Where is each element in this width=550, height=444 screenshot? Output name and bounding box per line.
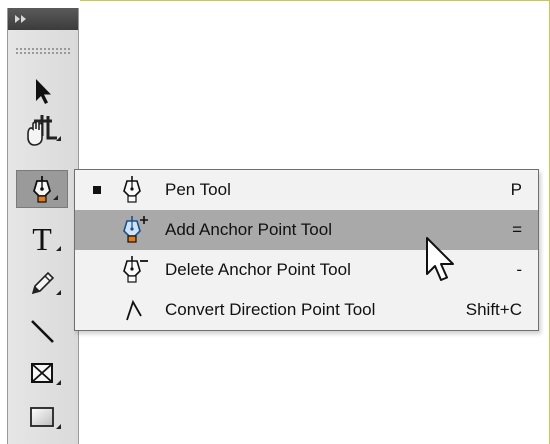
rectangle-icon: [30, 407, 54, 427]
menu-item-pen-tool[interactable]: Pen Tool P: [75, 170, 538, 210]
add-anchor-point-icon: [123, 216, 148, 243]
menu-item-label: Convert Direction Point Tool: [165, 300, 376, 319]
double-chevron-right-icon[interactable]: [14, 13, 28, 25]
delete-anchor-point-icon: [123, 256, 148, 283]
menu-item-shortcut: =: [512, 220, 522, 239]
tools-panel-header[interactable]: [8, 8, 78, 30]
tools-panel: T: [7, 8, 79, 444]
rectangle-tool[interactable]: [14, 398, 70, 436]
pen-tool[interactable]: [16, 170, 68, 208]
line-tool[interactable]: [14, 312, 70, 350]
convert-direction-point-icon: [126, 299, 142, 321]
menu-item-convert-direction-point-tool[interactable]: Convert Direction Point Tool Shift+C: [75, 290, 538, 330]
tool-group-indicator: [56, 246, 61, 251]
pen-icon: [32, 176, 52, 203]
type-tool[interactable]: T: [14, 220, 70, 258]
pencil-icon: [31, 271, 55, 295]
panel-grip[interactable]: [16, 48, 70, 54]
menu-item-shortcut: P: [510, 180, 522, 199]
menu-item-add-anchor-point-tool[interactable]: Add Anchor Point Tool =: [75, 210, 538, 250]
menu-item-label: Pen Tool: [165, 180, 231, 199]
pen-tools-flyout-menu: Pen Tool P Add Anchor Point Tool = Delet…: [74, 169, 539, 331]
tool-group-indicator: [56, 136, 61, 141]
rectangle-frame-icon: [31, 363, 53, 383]
frame-border-top: [80, 0, 550, 1]
tool-group-indicator: [56, 424, 61, 429]
pencil-tool[interactable]: [14, 264, 70, 302]
mouse-pointer-icon: [426, 237, 454, 281]
hand-crop-tool[interactable]: [14, 110, 70, 148]
tool-group-indicator: [56, 380, 61, 385]
menu-item-shortcut: -: [516, 260, 522, 279]
selected-indicator: [93, 186, 101, 194]
rectangle-frame-tool[interactable]: [14, 354, 70, 392]
menu-item-label: Delete Anchor Point Tool: [165, 260, 351, 279]
menu-item-label: Add Anchor Point Tool: [165, 220, 332, 239]
pen-icon: [123, 176, 141, 203]
arrow-cursor-icon: [36, 79, 51, 104]
tool-group-indicator: [56, 290, 61, 295]
line-icon: [31, 320, 54, 343]
selection-tool[interactable]: [14, 72, 70, 110]
menu-item-shortcut: Shift+C: [465, 300, 522, 319]
menu-item-delete-anchor-point-tool[interactable]: Delete Anchor Point Tool -: [75, 250, 538, 290]
type-icon: T: [32, 221, 52, 257]
tool-group-indicator: [53, 195, 58, 200]
